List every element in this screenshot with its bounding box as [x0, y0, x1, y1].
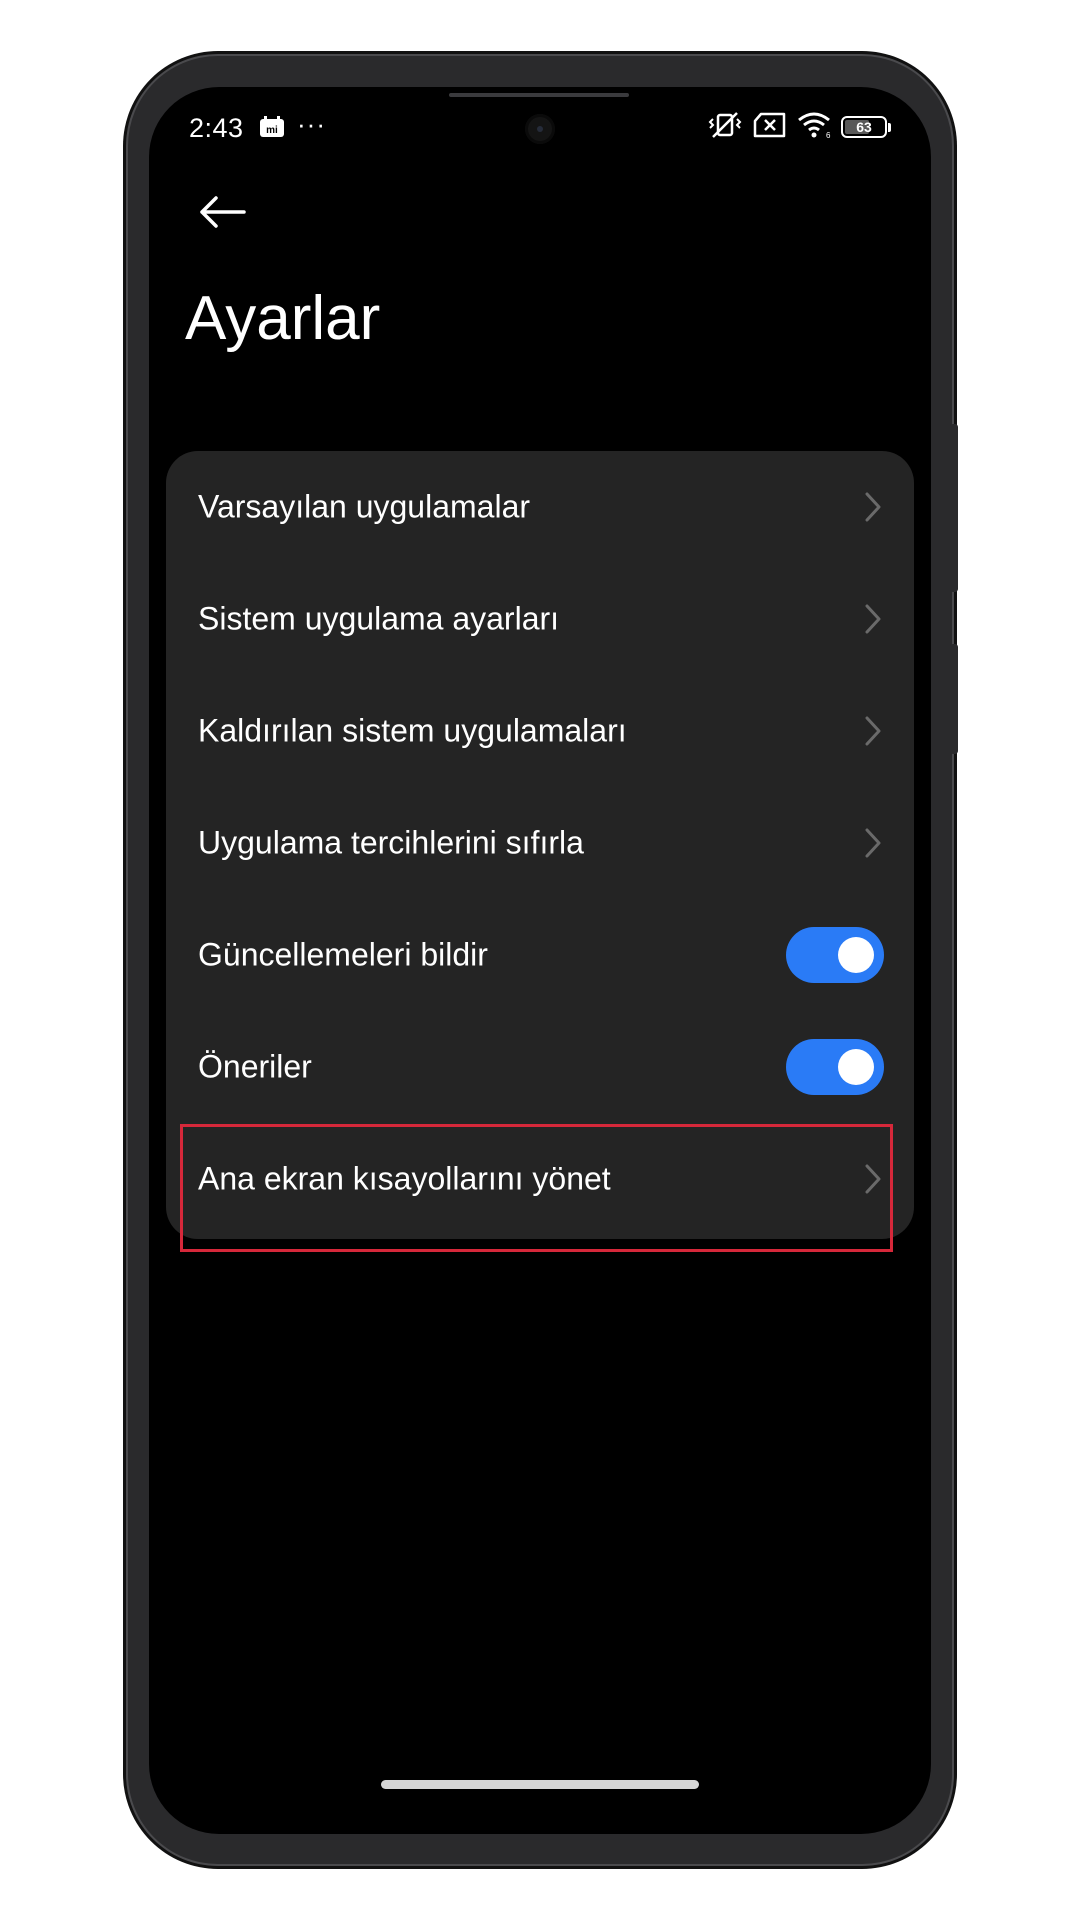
settings-item-notify-updates: Güncellemeleri bildir — [166, 899, 914, 1011]
settings-item-uninstalled-system-apps[interactable]: Kaldırılan sistem uygulamaları — [166, 675, 914, 787]
back-button[interactable] — [187, 177, 257, 247]
page: 2:43 mi ··· 6 63 Ayarlar Varsayılan uygu… — [0, 0, 1080, 1920]
toggle-knob — [838, 937, 874, 973]
chevron-right-icon — [865, 716, 881, 746]
settings-item-label: Varsayılan uygulamalar — [198, 488, 531, 525]
home-indicator[interactable] — [381, 1780, 699, 1789]
status-icons: 6 63 — [707, 111, 891, 143]
screen: 2:43 mi ··· 6 63 Ayarlar Varsayılan uygu… — [149, 87, 931, 1834]
chevron-right-icon — [865, 828, 881, 858]
status-time: 2:43 — [189, 113, 244, 143]
chevron-right-icon — [865, 1164, 881, 1194]
settings-card: Varsayılan uygulamalar Sistem uygulama a… — [166, 451, 914, 1239]
chevron-right-icon — [865, 492, 881, 522]
phone-frame: 2:43 mi ··· 6 63 Ayarlar Varsayılan uygu… — [126, 54, 958, 1866]
settings-item-label: Kaldırılan sistem uygulamaları — [198, 712, 627, 749]
front-camera — [525, 114, 555, 144]
vibrate-off-icon — [707, 110, 743, 145]
settings-item-label: Uygulama tercihlerini sıfırla — [198, 824, 584, 861]
toggle-knob — [838, 1049, 874, 1085]
mi-notification-icon: mi — [259, 116, 285, 138]
battery-icon: 63 — [841, 116, 887, 138]
suggestions-toggle[interactable] — [786, 1039, 884, 1095]
no-sim-icon — [753, 112, 787, 143]
settings-item-label: Öneriler — [198, 1048, 312, 1085]
power-button — [950, 644, 958, 754]
battery-level: 63 — [856, 119, 872, 135]
settings-item-suggestions: Öneriler — [166, 1011, 914, 1123]
settings-item-default-apps[interactable]: Varsayılan uygulamalar — [166, 451, 914, 563]
settings-item-system-app-settings[interactable]: Sistem uygulama ayarları — [166, 563, 914, 675]
battery-cap — [888, 122, 891, 132]
more-notifications-icon: ··· — [297, 109, 326, 139]
svg-text:mi: mi — [266, 125, 278, 136]
svg-text:6: 6 — [826, 131, 831, 139]
volume-button — [950, 424, 958, 592]
settings-item-label: Sistem uygulama ayarları — [198, 600, 560, 637]
page-title: Ayarlar — [185, 284, 381, 353]
settings-item-label: Güncellemeleri bildir — [198, 936, 488, 973]
chevron-right-icon — [865, 604, 881, 634]
status-bar: 2:43 mi ··· 6 63 — [149, 87, 931, 187]
notify-updates-toggle[interactable] — [786, 927, 884, 983]
back-arrow-icon — [200, 196, 246, 228]
settings-item-reset-app-preferences[interactable]: Uygulama tercihlerini sıfırla — [166, 787, 914, 899]
settings-item-manage-home-shortcuts[interactable]: Ana ekran kısayollarını yönet — [166, 1123, 914, 1235]
settings-item-label: Ana ekran kısayollarını yönet — [198, 1160, 611, 1197]
wifi-icon: 6 — [797, 111, 831, 144]
